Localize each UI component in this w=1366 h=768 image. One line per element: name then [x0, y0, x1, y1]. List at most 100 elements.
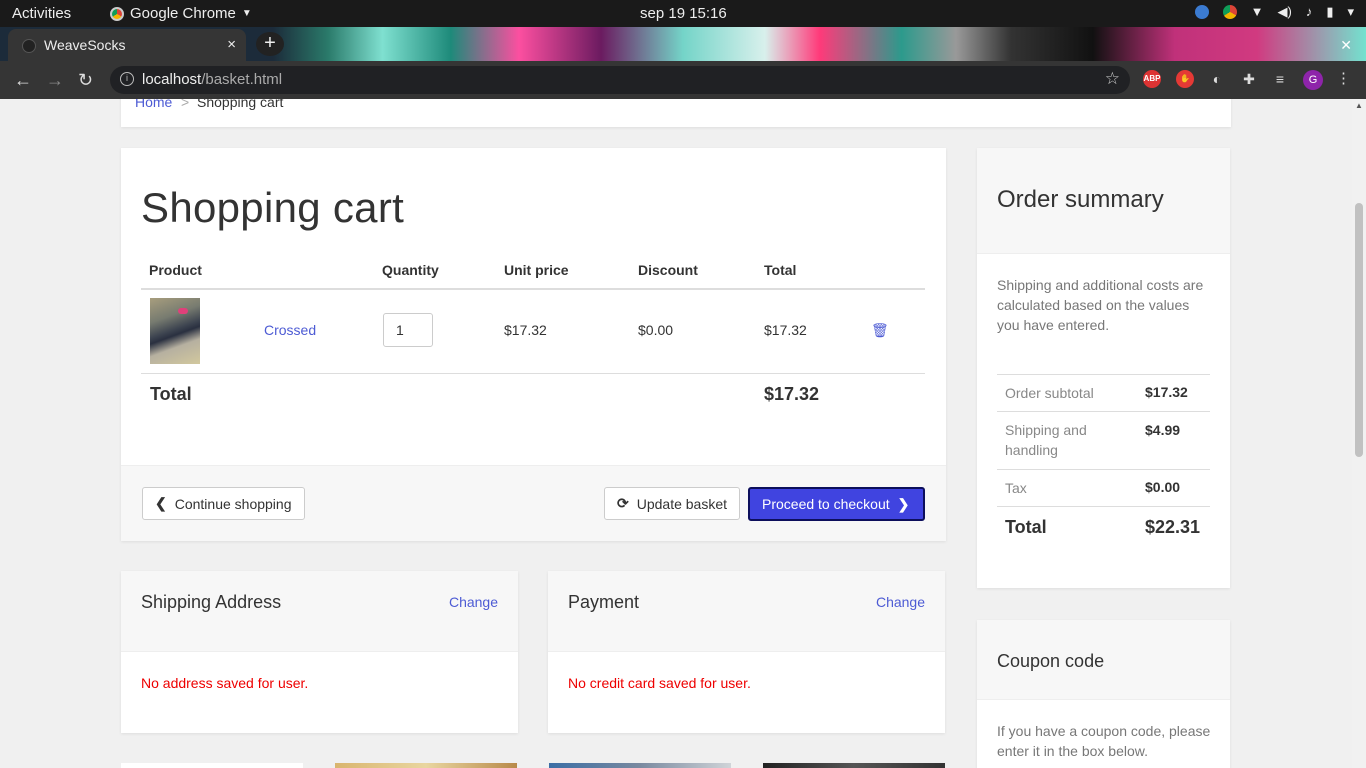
column-header-unit-price: Unit price: [504, 262, 569, 278]
clock[interactable]: sep 19 15:16: [640, 5, 727, 22]
product-card-partial[interactable]: [121, 763, 303, 768]
favicon-icon: [22, 39, 36, 53]
stop-hand-extension-icon[interactable]: ✋: [1176, 70, 1194, 88]
app-menu-label: Google Chrome: [130, 5, 236, 22]
microphone-icon[interactable]: ♪: [1306, 5, 1313, 19]
update-basket-button[interactable]: ⟳ Update basket: [604, 487, 741, 520]
total-cell: $17.32: [764, 322, 807, 338]
site-info-icon[interactable]: i: [120, 72, 134, 86]
column-header-product: Product: [149, 262, 202, 278]
system-tray[interactable]: ▼ ◀) ♪ ▮ ▾: [1194, 5, 1354, 19]
url-path: /basket.html: [201, 71, 283, 88]
window-close-icon[interactable]: ✕: [1340, 37, 1352, 54]
new-tab-button[interactable]: +: [256, 32, 284, 56]
chrome-menu-icon[interactable]: ⋮: [1336, 70, 1351, 88]
scroll-up-icon[interactable]: ▲: [1355, 101, 1363, 110]
back-icon[interactable]: ←: [14, 70, 32, 91]
column-header-discount: Discount: [638, 262, 698, 278]
shipping-address-panel: Shipping Address Change No address saved…: [121, 571, 518, 733]
extensions-puzzle-icon[interactable]: ✚: [1240, 70, 1258, 88]
shipping-address-message: No address saved for user.: [141, 675, 309, 691]
adblock-icon[interactable]: ABP: [1143, 70, 1161, 88]
coupon-note: If you have a coupon code, please enter …: [997, 723, 1211, 759]
tab-title: WeaveSocks: [44, 37, 126, 53]
forward-icon[interactable]: →: [46, 70, 64, 91]
url-text: localhost/basket.html: [142, 71, 282, 88]
page-scrollbar[interactable]: ▲: [1352, 99, 1366, 768]
summary-label: Shipping and handling: [1005, 422, 1087, 458]
continue-shopping-button[interactable]: ❮ Continue shopping: [142, 487, 305, 520]
proceed-to-checkout-button[interactable]: Proceed to checkout ❯: [748, 487, 925, 521]
summary-value: $0.00: [1145, 479, 1181, 495]
quantity-input[interactable]: [383, 313, 433, 347]
profile-avatar[interactable]: G: [1303, 70, 1323, 90]
chevron-left-icon: ❮: [155, 495, 167, 511]
shipping-address-title: Shipping Address: [141, 592, 282, 612]
discount-cell: $0.00: [638, 322, 674, 338]
row-divider: [141, 373, 925, 374]
chrome-tray-icon[interactable]: [1222, 5, 1237, 19]
power-menu-icon[interactable]: ▾: [1347, 5, 1354, 19]
cart-total-value: $17.32: [764, 384, 820, 404]
tab-weavesocks[interactable]: WeaveSocks ×: [8, 29, 246, 61]
cart-total-label: Total: [150, 384, 192, 404]
summary-row-total: Total $22.31: [997, 506, 1210, 546]
summary-label: Order subtotal: [1005, 385, 1094, 401]
continue-shopping-label: Continue shopping: [174, 495, 292, 512]
shipping-address-header: Shipping Address Change: [121, 571, 518, 652]
order-summary-header: Order summary: [977, 148, 1230, 254]
trash-icon[interactable]: 🗑: [871, 322, 889, 339]
breadcrumb-separator: >: [181, 99, 190, 110]
reload-icon[interactable]: ↻: [78, 70, 93, 91]
browser-toolbar: ← → ↻ i localhost/basket.html ☆ ABP ✋ ◐ …: [0, 61, 1366, 99]
shipping-change-link[interactable]: Change: [449, 594, 498, 610]
product-card-partial[interactable]: [763, 763, 945, 768]
summary-row: Shipping and handling $4.99: [997, 411, 1210, 469]
shopping-cart-panel: Shopping cart Product Quantity Unit pric…: [121, 148, 946, 541]
breadcrumb-current: Shopping cart: [197, 99, 284, 110]
activities-button[interactable]: Activities: [12, 5, 71, 22]
telegram-icon[interactable]: [1194, 5, 1209, 19]
caret-down-icon: ▼: [241, 8, 252, 19]
system-top-bar: Activities Google Chrome ▼ sep 19 15:16 …: [0, 0, 1366, 27]
unit-price-cell: $17.32: [504, 322, 547, 338]
checkout-label: Proceed to checkout: [762, 496, 890, 512]
url-host: localhost: [142, 71, 202, 88]
summary-total-label: Total: [1005, 517, 1047, 537]
bookmark-star-icon[interactable]: ☆: [1105, 69, 1120, 89]
column-header-total: Total: [764, 262, 797, 278]
product-card-partial[interactable]: [335, 763, 517, 768]
chevron-right-icon: ❯: [897, 495, 910, 512]
order-summary-panel: Order summary Shipping and additional co…: [977, 148, 1230, 588]
coupon-panel: Coupon code If you have a coupon code, p…: [977, 620, 1230, 768]
refresh-icon: ⟳: [617, 495, 629, 511]
payment-message: No credit card saved for user.: [568, 675, 751, 691]
payment-title: Payment: [568, 592, 640, 612]
payment-panel: Payment Change No credit card saved for …: [548, 571, 945, 733]
update-basket-label: Update basket: [636, 495, 728, 512]
coupon-title: Coupon code: [997, 651, 1105, 671]
product-link[interactable]: Crossed: [264, 322, 316, 338]
column-header-quantity: Quantity: [382, 262, 439, 278]
breadcrumb: Home > Shopping cart: [121, 99, 1231, 127]
payment-change-link[interactable]: Change: [876, 594, 925, 610]
wifi-icon[interactable]: ▼: [1251, 5, 1264, 19]
summary-value: $17.32: [1145, 384, 1188, 400]
coupon-header: Coupon code: [977, 620, 1230, 700]
product-image[interactable]: [150, 298, 200, 364]
scrollbar-thumb[interactable]: [1355, 203, 1363, 457]
product-card-partial[interactable]: [549, 763, 731, 768]
dark-mode-extension-icon[interactable]: ◐: [1208, 70, 1226, 88]
address-bar[interactable]: i localhost/basket.html ☆: [110, 66, 1130, 94]
header-divider: [141, 288, 925, 290]
volume-icon[interactable]: ◀): [1277, 5, 1291, 19]
tab-close-icon[interactable]: ×: [227, 36, 236, 53]
page-title: Shopping cart: [141, 184, 405, 231]
breadcrumb-home-link[interactable]: Home: [135, 99, 172, 110]
reading-list-icon[interactable]: ≡: [1271, 70, 1289, 88]
order-summary-title: Order summary: [997, 186, 1164, 213]
app-menu[interactable]: Google Chrome ▼: [110, 5, 252, 22]
summary-value: $4.99: [1145, 422, 1181, 438]
battery-icon[interactable]: ▮: [1326, 5, 1333, 19]
tab-strip: WeaveSocks × + ✕: [0, 27, 1366, 61]
